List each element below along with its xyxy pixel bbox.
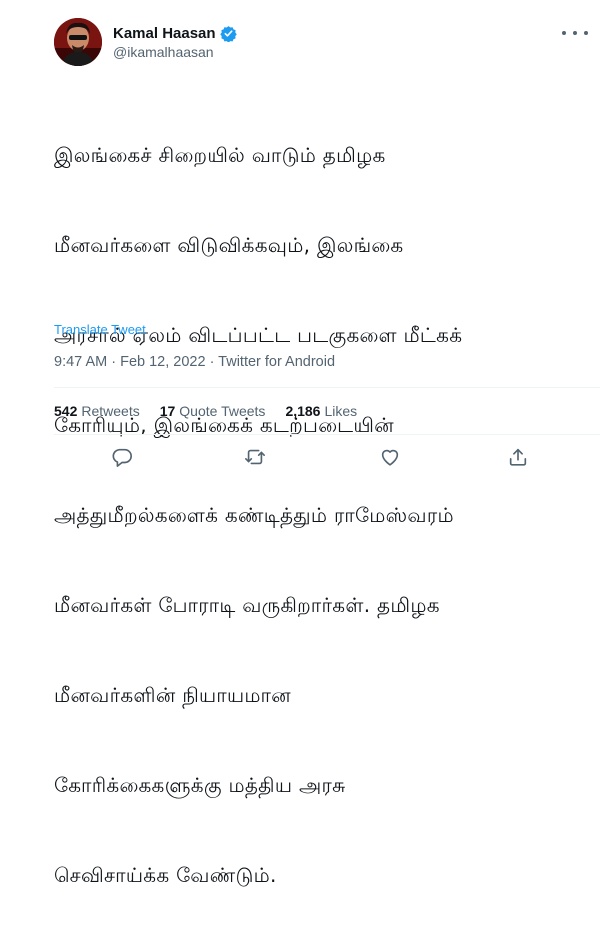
tweet-timestamp[interactable]: 9:47 AM · Feb 12, 2022 · Twitter for And… xyxy=(54,354,335,370)
translate-tweet-link[interactable]: Translate Tweet xyxy=(54,322,146,337)
share-icon[interactable] xyxy=(507,446,529,468)
tweet-text-line: மீனவர்களை விடுவிக்கவும், இலங்கை xyxy=(54,233,404,257)
tweet-text-line: மீனவர்களின் நியாயமான xyxy=(54,683,291,707)
author-display-name[interactable]: Kamal Haasan xyxy=(113,25,216,42)
reply-icon[interactable] xyxy=(111,446,133,468)
likes-label: Likes xyxy=(324,403,358,419)
retweets-stat[interactable]: 542 Retweets xyxy=(54,403,140,419)
retweets-count: 542 xyxy=(54,403,78,419)
retweets-label: Retweets xyxy=(81,403,140,419)
author-handle[interactable]: @ikamalhaasan xyxy=(113,44,237,60)
tweet-text-line: இலங்கைச் சிறையில் வாடும் தமிழக xyxy=(54,143,386,167)
quote-tweets-label: Quote Tweets xyxy=(179,403,266,419)
likes-stat[interactable]: 2,186 Likes xyxy=(285,403,357,419)
likes-count: 2,186 xyxy=(285,403,321,419)
tweet-card: Kamal Haasan @ikamalhaasan இலங்கைச் சிறை… xyxy=(0,0,600,887)
quote-tweets-stat[interactable]: 17 Quote Tweets xyxy=(160,403,266,419)
avatar[interactable] xyxy=(54,18,102,66)
retweet-icon[interactable] xyxy=(244,446,266,468)
author-block: Kamal Haasan @ikamalhaasan xyxy=(113,23,237,60)
quote-tweets-count: 17 xyxy=(159,403,176,419)
tweet-text: இலங்கைச் சிறையில் வாடும் தமிழக மீனவர்களை… xyxy=(54,80,594,950)
action-bar xyxy=(54,446,600,474)
verified-badge-icon xyxy=(219,25,237,42)
divider xyxy=(54,387,600,388)
like-icon[interactable] xyxy=(379,446,401,468)
tweet-text-line: அத்துமீறல்களைக் கண்டித்தும் ராமேஸ்வரம் xyxy=(54,503,454,527)
tweet-text-line: கோரிக்கைகளுக்கு மத்திய அரசு xyxy=(54,773,346,797)
divider xyxy=(54,434,600,435)
tweet-text-line: செவிசாய்க்க வேண்டும். xyxy=(54,863,277,887)
more-options-icon[interactable] xyxy=(562,24,588,42)
engagement-stats: 542 Retweets 17 Quote Tweets 2,186 Likes xyxy=(54,403,377,419)
tweet-text-line: மீனவர்கள் போராடி வருகிறார்கள். தமிழக xyxy=(54,593,440,617)
